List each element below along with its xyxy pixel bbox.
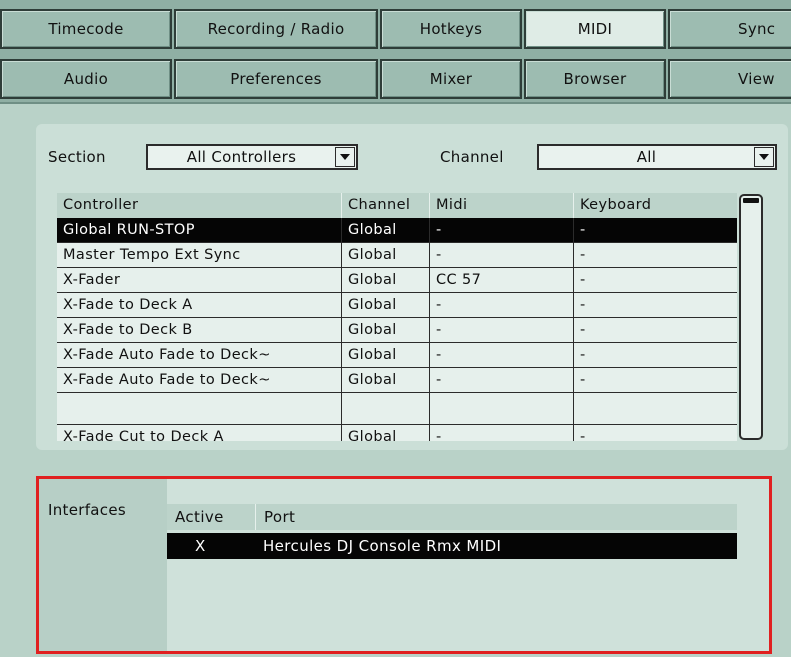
cell-keyboard: - (573, 368, 737, 393)
table-row[interactable]: X Hercules DJ Console Rmx MIDI (167, 533, 737, 559)
tab-view[interactable]: View (668, 59, 791, 99)
tab-audio[interactable]: Audio (0, 59, 172, 99)
interfaces-header: Active Port (167, 504, 737, 530)
header-keyboard[interactable]: Keyboard (573, 193, 737, 218)
tab-preferences[interactable]: Preferences (174, 59, 378, 99)
section-label: Section (48, 148, 106, 166)
cell-midi: CC 57 (429, 268, 573, 293)
cell-controller: Master Tempo Ext Sync (63, 247, 241, 263)
cell-midi: - (429, 218, 573, 243)
cell-midi: - (429, 243, 573, 268)
cell-channel: Global (341, 425, 429, 441)
table-row[interactable]: Global RUN-STOP Global - - (57, 218, 737, 243)
scroll-thumb[interactable] (743, 198, 759, 203)
cell-controller: Global RUN-STOP (63, 222, 195, 238)
chevron-down-icon[interactable] (335, 147, 355, 167)
channel-dropdown[interactable]: All (537, 144, 777, 170)
cell-midi: - (429, 318, 573, 343)
cell-keyboard: - (573, 293, 737, 318)
interfaces-panel: Interfaces Active Port X Hercules DJ Con… (36, 476, 772, 654)
cell-channel: Global (341, 368, 429, 393)
interfaces-list: Active Port X Hercules DJ Console Rmx MI… (167, 479, 769, 651)
cell-keyboard (573, 393, 737, 425)
channel-label: Channel (440, 148, 504, 166)
cell-midi: - (429, 425, 573, 441)
header-midi[interactable]: Midi (429, 193, 573, 218)
controllers-table: Controller Channel Midi Keyboard Global … (57, 193, 737, 441)
tab-bar: Timecode Recording / Radio Hotkeys MIDI … (0, 0, 791, 104)
table-row[interactable]: X-Fade to Deck B Global - - (57, 318, 737, 343)
cell-keyboard: - (573, 218, 737, 243)
table-row[interactable]: X-Fade Cut to Deck A Global - - (57, 425, 737, 441)
cell-controller: X-Fade to Deck A (63, 297, 193, 313)
cell-midi: - (429, 293, 573, 318)
cell-keyboard: - (573, 343, 737, 368)
header-active[interactable]: Active (175, 504, 224, 530)
cell-controller: X-Fade to Deck B (63, 322, 193, 338)
interfaces-label: Interfaces (48, 501, 126, 519)
chevron-down-icon[interactable] (754, 147, 774, 167)
table-row[interactable]: Master Tempo Ext Sync Global - - (57, 243, 737, 268)
tab-timecode[interactable]: Timecode (0, 9, 172, 49)
tab-mixer[interactable]: Mixer (380, 59, 522, 99)
cell-port: Hercules DJ Console Rmx MIDI (263, 537, 502, 555)
table-row[interactable]: X-Fader Global CC 57 - (57, 268, 737, 293)
tab-hotkeys[interactable]: Hotkeys (380, 9, 522, 49)
cell-channel: Global (341, 318, 429, 343)
cell-channel: Global (341, 293, 429, 318)
cell-active[interactable]: X (195, 533, 206, 559)
table-row[interactable]: X-Fade Auto Fade to Deck~ Global - - (57, 368, 737, 393)
header-port[interactable]: Port (255, 504, 295, 530)
cell-keyboard: - (573, 243, 737, 268)
section-dropdown[interactable]: All Controllers (146, 144, 358, 170)
header-channel[interactable]: Channel (341, 193, 429, 218)
channel-dropdown-value: All (636, 148, 657, 166)
tab-sync[interactable]: Sync (668, 9, 791, 49)
cell-controller (57, 393, 341, 425)
cell-midi (429, 393, 573, 425)
interfaces-label-area: Interfaces (39, 479, 167, 651)
cell-channel: Global (341, 343, 429, 368)
table-row[interactable]: X-Fade Auto Fade to Deck~ Global - - (57, 343, 737, 368)
cell-channel (341, 393, 429, 425)
controllers-scrollbar[interactable] (739, 194, 763, 440)
table-row[interactable]: X-Fade to Deck A Global - - (57, 293, 737, 318)
cell-keyboard: - (573, 318, 737, 343)
cell-keyboard: - (573, 425, 737, 441)
cell-channel: Global (341, 218, 429, 243)
cell-midi: - (429, 343, 573, 368)
table-row[interactable] (57, 393, 737, 425)
cell-keyboard: - (573, 268, 737, 293)
tab-midi[interactable]: MIDI (524, 9, 666, 49)
cell-controller: X-Fade Auto Fade to Deck~ (63, 347, 271, 363)
cell-controller: X-Fade Cut to Deck A (63, 429, 224, 441)
cell-midi: - (429, 368, 573, 393)
cell-channel: Global (341, 243, 429, 268)
table-header: Controller Channel Midi Keyboard (57, 193, 737, 218)
cell-controller: X-Fader (63, 272, 121, 288)
cell-channel: Global (341, 268, 429, 293)
cell-controller: X-Fade Auto Fade to Deck~ (63, 372, 271, 388)
tab-browser[interactable]: Browser (524, 59, 666, 99)
header-controller[interactable]: Controller (57, 193, 341, 218)
tab-recording-radio[interactable]: Recording / Radio (174, 9, 378, 49)
section-dropdown-value: All Controllers (186, 148, 297, 166)
